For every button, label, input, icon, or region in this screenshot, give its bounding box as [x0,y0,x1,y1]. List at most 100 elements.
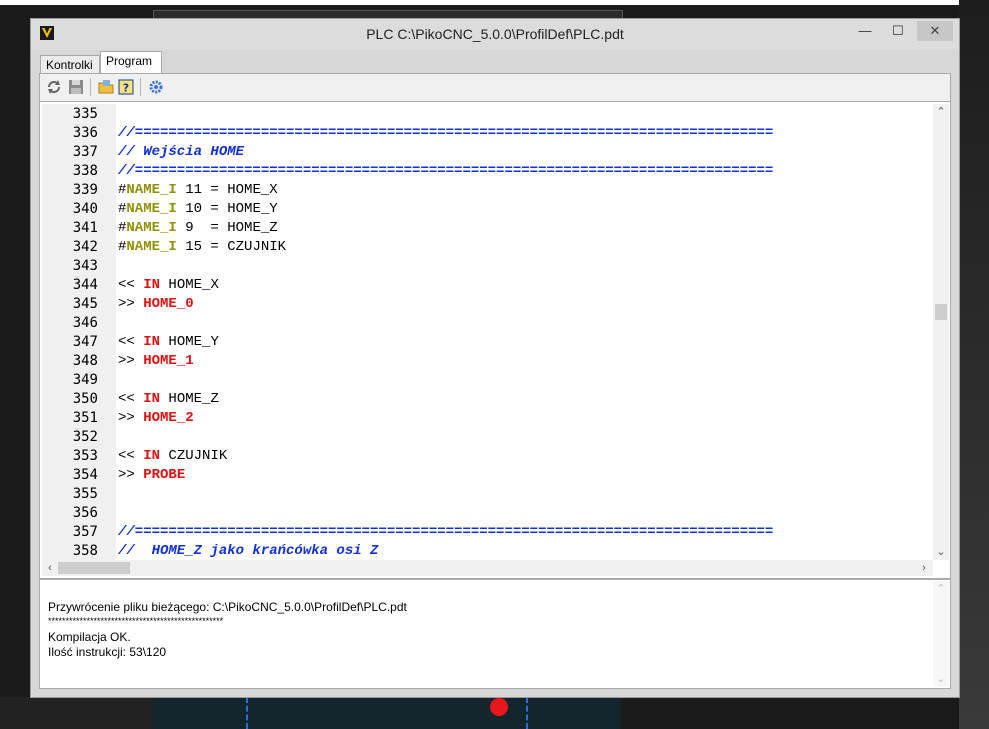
toolbar-separator [90,78,91,96]
code-comment: //======================================… [118,163,774,179]
code-text: HOME_Y [160,334,219,350]
scroll-right-arrow-icon[interactable]: › [916,560,932,576]
code-line[interactable]: //======================================… [118,523,773,542]
compile-output-panel[interactable]: Przywrócenie pliku bieżącego: C:\PikoCNC… [39,579,951,689]
code-comment: // HOME_Z jako krańcówka osi Z [118,543,379,559]
line-number-gutter: 335 336 337 338 339 340 341 342 343 344 345 346 347 3… [42,104,116,560]
code-comment: // Wejścia HOME [118,144,245,160]
line-number: 336 [72,125,98,141]
code-text: << [118,277,144,293]
code-text: >> [118,353,144,369]
code-line[interactable]: //======================================… [118,124,773,143]
desktop-bottom-left [0,697,153,729]
code-text: >> [118,296,144,312]
code-line[interactable]: // Wejścia HOME [118,143,244,162]
scroll-down-arrow-icon[interactable]: ⌄ [933,671,949,687]
scroll-up-arrow-icon[interactable]: ⌃ [933,104,949,120]
scrollbar-thumb[interactable] [935,304,947,320]
output-vertical-scrollbar[interactable]: ⌃ ⌄ [933,581,949,687]
line-number: 353 [72,448,98,464]
toolbar-separator [140,78,141,96]
background-canvas [153,697,621,729]
close-button[interactable]: ✕ [917,21,953,41]
code-line[interactable]: >> PROBE [118,466,185,485]
desktop-top-strip [0,0,989,5]
code-line[interactable]: //======================================… [118,162,773,181]
code-text: 11 = HOME_X [176,182,278,198]
code-line[interactable]: #NAME_I 9 = HOME_Z [118,219,278,238]
canvas-red-marker [490,698,508,716]
maximize-button[interactable]: ☐ [886,21,910,41]
line-number: 357 [72,524,98,540]
line-number: 358 [72,543,98,559]
save-icon[interactable] [68,79,84,95]
code-line[interactable]: << IN CZUJNIK [118,447,227,466]
line-number: 347 [72,334,98,350]
code-editor[interactable]: 335 336 337 338 339 340 341 342 343 344 345 346 347 3… [39,101,951,579]
code-line[interactable]: << IN HOME_Y [118,333,219,352]
output-line: ****************************************… [48,616,224,626]
editor-horizontal-scrollbar[interactable]: ‹ › [42,560,933,576]
open-folder-icon[interactable] [98,79,114,95]
line-number: 352 [72,429,98,445]
code-comment: //======================================… [118,524,774,540]
line-number: 340 [72,201,98,217]
output-line: Kompilacja OK. [48,630,131,644]
code-keyword: IN [143,391,161,407]
title-bar[interactable]: PLC C:\PikoCNC_5.0.0\ProfilDef\PLC.pdt —… [31,19,959,50]
code-line[interactable]: >> HOME_2 [118,409,194,428]
code-directive: NAME_I [126,220,177,236]
code-keyword: IN [143,448,161,464]
tab-kontrolki[interactable]: Kontrolki [40,55,100,73]
code-viewport[interactable]: 335 336 337 338 339 340 341 342 343 344 345 346 347 3… [42,104,932,560]
settings-icon[interactable] [148,79,164,95]
code-line[interactable]: << IN HOME_Z [118,390,219,409]
code-line[interactable]: #NAME_I 15 = CZUJNIK [118,238,286,257]
code-keyword: IN [143,277,161,293]
code-text: 9 = HOME_Z [176,220,278,236]
desktop-right-edge [959,0,989,729]
line-number: 355 [72,486,98,502]
line-number: 348 [72,353,98,369]
plc-window: PLC C:\PikoCNC_5.0.0\ProfilDef\PLC.pdt —… [30,18,960,698]
code-line[interactable]: // HOME_Z jako krańcówka osi Z [118,542,378,560]
code-area[interactable]: //======================================… [118,104,922,560]
line-number: 350 [72,391,98,407]
code-line[interactable]: >> HOME_0 [118,295,194,314]
code-text: << [118,391,144,407]
tab-strip: Kontrolki Program [39,51,951,73]
line-number: 343 [72,258,98,274]
line-number: 346 [72,315,98,331]
code-keyword: IN [143,334,161,350]
code-line[interactable]: >> HOME_1 [118,352,194,371]
code-text: CZUJNIK [160,448,228,464]
scroll-left-arrow-icon[interactable]: ‹ [42,560,58,576]
code-keyword: PROBE [143,467,186,483]
line-number: 344 [72,277,98,293]
editor-vertical-scrollbar[interactable]: ⌃ ⌄ [933,104,949,560]
code-line[interactable]: #NAME_I 11 = HOME_X [118,181,278,200]
tab-program[interactable]: Program [100,51,162,73]
line-number: 345 [72,296,98,312]
code-text: >> [118,410,144,426]
code-line[interactable]: << IN HOME_X [118,276,219,295]
minimize-button[interactable]: — [853,21,877,41]
scrollbar-thumb[interactable] [58,562,130,574]
toolbar: ? [39,73,951,101]
scroll-down-arrow-icon[interactable]: ⌄ [933,544,949,560]
code-line[interactable]: #NAME_I 10 = HOME_Y [118,200,278,219]
help-icon[interactable]: ? [118,79,134,95]
canvas-guide-line-right [526,697,528,729]
line-number: 354 [72,467,98,483]
refresh-icon[interactable] [46,79,62,95]
scroll-up-arrow-icon[interactable]: ⌃ [933,581,949,597]
line-number: 349 [72,372,98,388]
code-text: HOME_X [160,277,219,293]
code-text: 10 = HOME_Y [176,201,278,217]
code-directive: NAME_I [126,239,177,255]
code-text: 15 = CZUJNIK [176,239,287,255]
line-number: 337 [72,144,98,160]
code-text: >> [118,467,144,483]
output-line: Przywrócenie pliku bieżącego: C:\PikoCNC… [48,600,407,614]
line-number: 339 [72,182,98,198]
